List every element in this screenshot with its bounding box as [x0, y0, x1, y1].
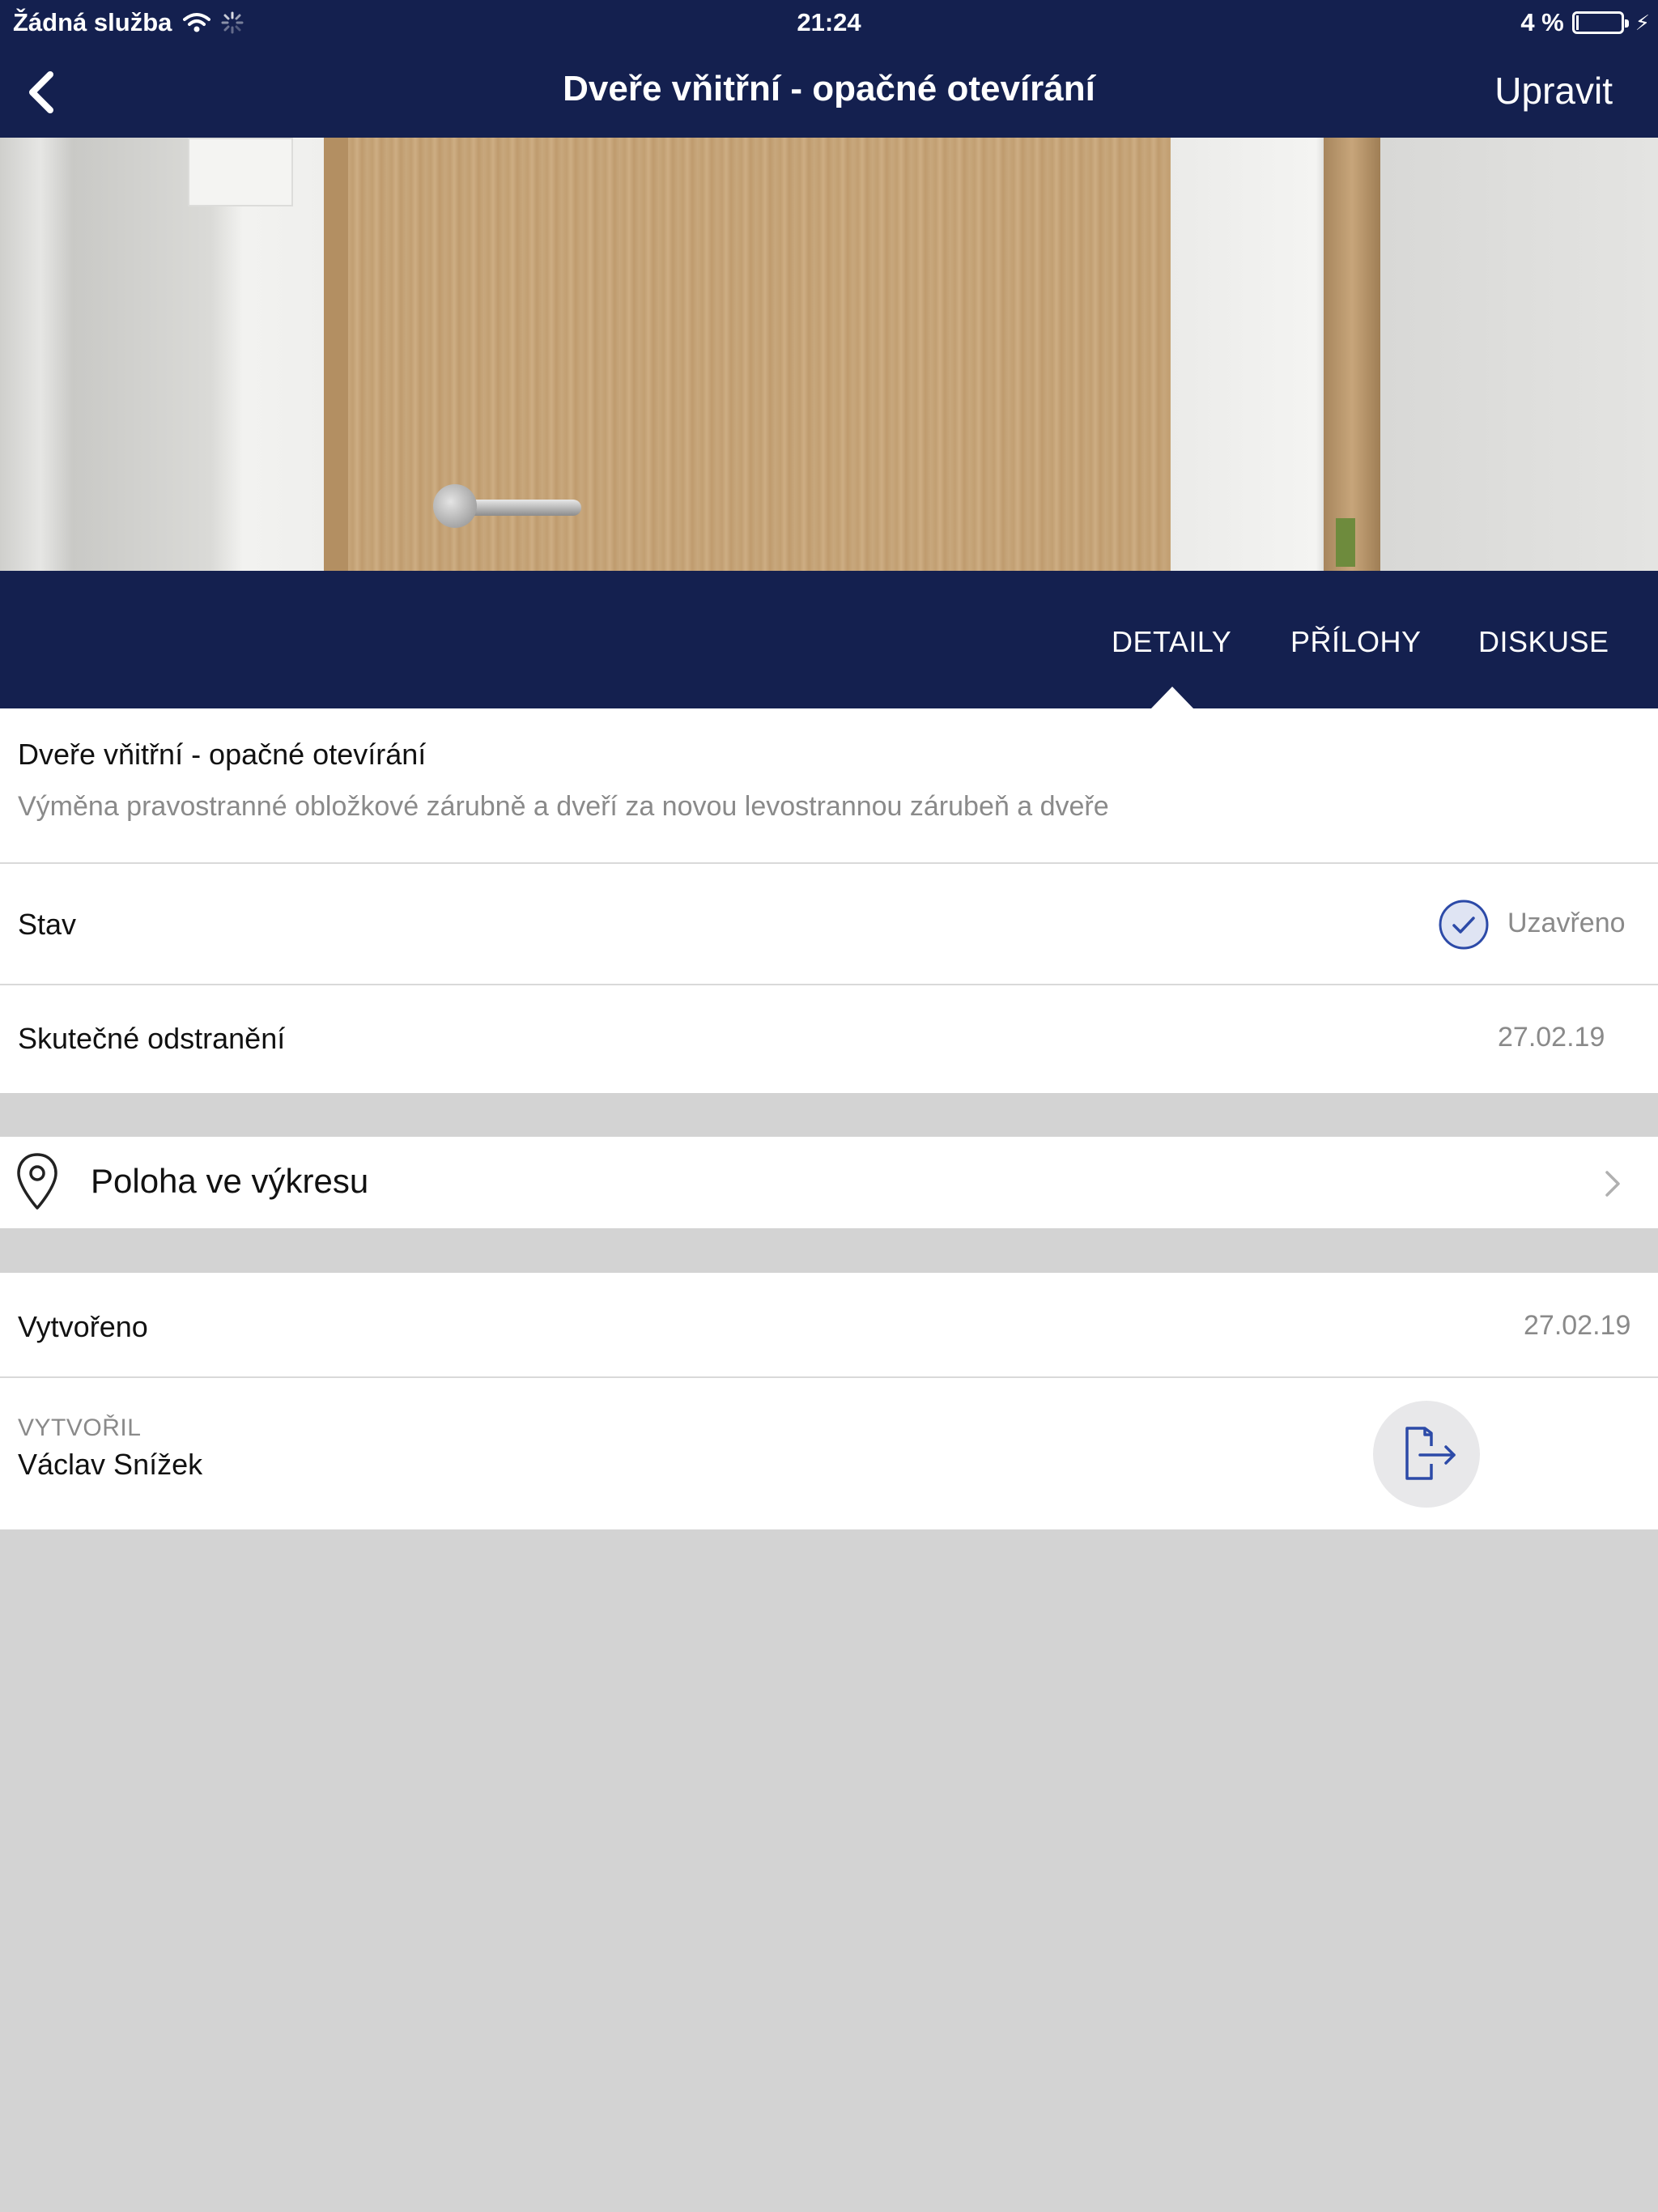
defect-description: Výměna pravostranné obložkové zárubně a … [18, 791, 1109, 822]
export-button[interactable] [1373, 1401, 1480, 1508]
status-label: Stav [18, 908, 77, 941]
battery-group: 4 % ⚡ [1520, 8, 1650, 37]
tab-diskuse[interactable]: DISKUSE [1478, 625, 1609, 659]
navigation-bar: Dveře vňitřní - opačné otevírání Upravit [0, 45, 1658, 138]
edit-button[interactable]: Upravit [1494, 69, 1613, 113]
creator-name: Václav Snížek [18, 1448, 203, 1481]
battery-icon [1571, 11, 1629, 34]
location-label: Poloha ve výkresu [91, 1162, 369, 1200]
removal-label: Skutečné odstranění [18, 1022, 286, 1055]
removal-date: 27.02.19 [1498, 1022, 1605, 1053]
creator-caption: VYTVOŘIL [18, 1414, 142, 1441]
map-pin-icon [17, 1153, 57, 1210]
status-value: Uzavřeno [1507, 908, 1626, 938]
page-title: Dveře vňitřní - opačné otevírání [563, 69, 1095, 108]
created-row: Vytvořeno 27.02.19 [0, 1273, 1658, 1376]
created-date: 27.02.19 [1524, 1310, 1631, 1341]
light-switch-photo-detail [188, 138, 293, 206]
status-row: Stav Uzavřeno [0, 864, 1658, 984]
location-row[interactable]: Poloha ve výkresu [0, 1137, 1658, 1228]
clock: 21:24 [797, 8, 861, 36]
export-icon [1405, 1427, 1456, 1480]
charging-bolt-icon: ⚡ [1635, 10, 1650, 35]
chevron-right-icon [1605, 1171, 1620, 1197]
battery-percent: 4 % [1520, 8, 1564, 36]
checkmark-circle-icon [1439, 900, 1489, 950]
back-chevron-icon[interactable] [18, 68, 66, 117]
defect-title: Dveře vňitřní - opačné otevírání [18, 738, 427, 771]
status-bar: Žádná služba 21:24 4 % ⚡ [0, 0, 1658, 45]
active-tab-indicator [1150, 687, 1194, 709]
defect-summary-card: Dveře vňitřní - opačné otevírání Výměna … [0, 708, 1658, 862]
tab-prilohy[interactable]: PŘÍLOHY [1290, 625, 1422, 659]
created-label: Vytvořeno [18, 1310, 148, 1343]
tab-bar: DETAILY PŘÍLOHY DISKUSE [0, 571, 1658, 709]
removal-row: Skutečné odstranění 27.02.19 [0, 985, 1658, 1093]
tab-detaily[interactable]: DETAILY [1112, 625, 1231, 659]
